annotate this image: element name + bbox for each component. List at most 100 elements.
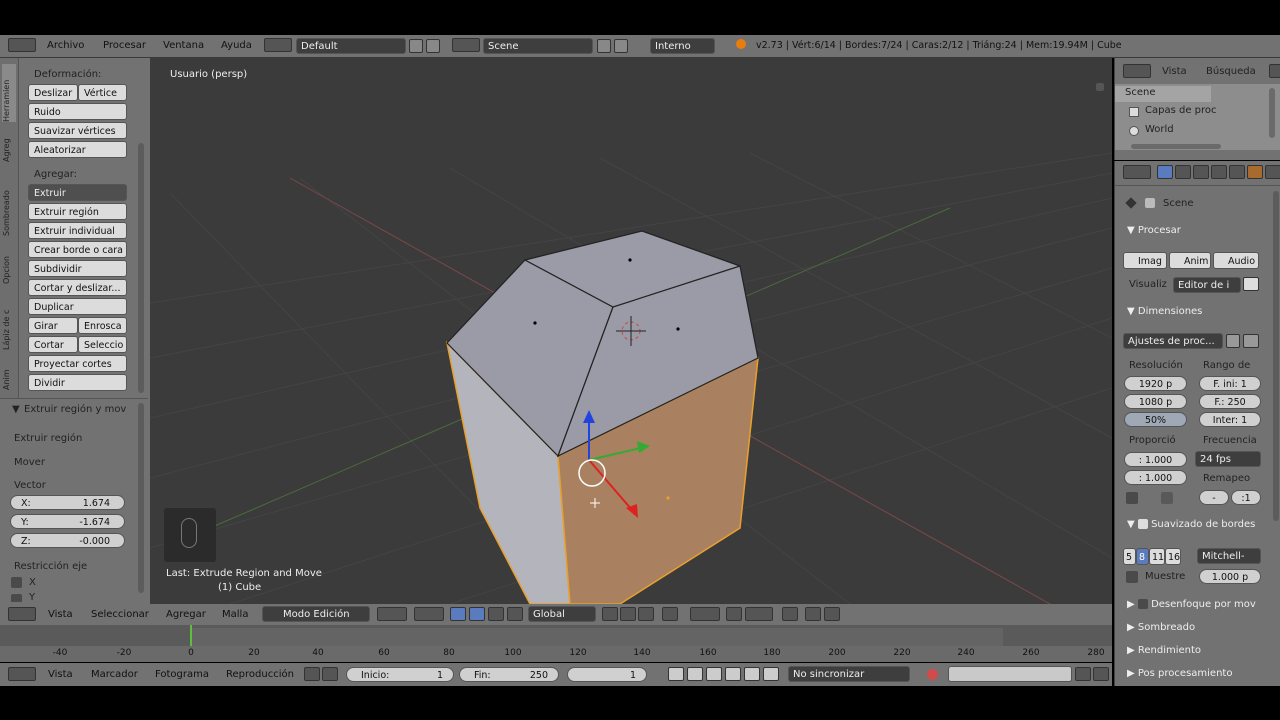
crop-checkbox[interactable] — [1161, 492, 1173, 504]
viewport-corner-icon[interactable] — [1096, 83, 1104, 91]
modifier-tab-icon[interactable] — [1265, 165, 1280, 179]
tab-herramientas[interactable]: Herramien — [2, 64, 16, 122]
layout-icon[interactable] — [264, 38, 292, 52]
render-layers-tab-icon[interactable] — [1175, 165, 1191, 179]
vertex-select-icon[interactable] — [602, 607, 618, 621]
constraint-x-checkbox[interactable] — [11, 577, 22, 588]
res-x-field[interactable]: 1920 p — [1124, 376, 1187, 391]
aspect-x-field[interactable]: : 1.000 — [1124, 452, 1187, 467]
aa-samples-8[interactable]: 8 — [1136, 548, 1149, 565]
menu-archivo[interactable]: Archivo — [47, 35, 84, 57]
outliner-menu-busqueda[interactable]: Búsqueda — [1206, 66, 1256, 77]
smooth-vertex-button[interactable]: Suavizar vértices — [28, 122, 127, 139]
render-section-header[interactable]: ▼ Procesar — [1127, 225, 1181, 236]
operator-scrollbar[interactable] — [138, 403, 144, 593]
outliner-hscroll[interactable] — [1131, 144, 1221, 149]
render-presets-selector[interactable]: Ajustes de proc... — [1123, 333, 1223, 349]
aa-samples-5[interactable]: 5 — [1123, 548, 1136, 565]
properties-scrollbar[interactable] — [1273, 191, 1279, 521]
aspect-y-field[interactable]: : 1.000 — [1124, 470, 1187, 485]
fps-selector[interactable]: 24 fps — [1195, 451, 1261, 467]
menu-malla[interactable]: Malla — [222, 604, 248, 626]
performance-section-header[interactable]: ▶ Rendimiento — [1127, 645, 1201, 656]
remove-layout-icon[interactable] — [426, 39, 440, 53]
shading-section-header[interactable]: ▶ Sombreado — [1127, 622, 1195, 633]
lock-icon[interactable] — [322, 667, 338, 681]
menu-ayuda[interactable]: Ayuda — [221, 35, 252, 57]
record-icon[interactable] — [927, 669, 938, 680]
subdivide-button[interactable]: Subdividir — [28, 260, 127, 277]
tl-menu-reproduccion[interactable]: Reproducción — [226, 663, 294, 685]
knife-project-button[interactable]: Proyectar cortes — [28, 355, 127, 372]
tab-anim[interactable]: Anim — [2, 354, 16, 390]
world-tab-icon[interactable] — [1211, 165, 1227, 179]
frame-end-field[interactable]: F.: 250 — [1199, 394, 1261, 409]
extrude-individual-button[interactable]: Extruir individual — [28, 222, 127, 239]
outliner-item-scene[interactable]: Scene — [1115, 86, 1211, 102]
translate-icon[interactable] — [469, 607, 485, 621]
toolshelf-scrollbar[interactable] — [138, 143, 144, 393]
vector-x-field[interactable]: X: 1.674 — [10, 495, 125, 510]
remap-old-field[interactable]: - — [1199, 490, 1229, 505]
constraint-y-checkbox[interactable] — [11, 594, 22, 602]
snap-element-icon[interactable] — [745, 607, 773, 621]
limit-selection-icon[interactable] — [662, 607, 678, 621]
menu-ventana[interactable]: Ventana — [163, 35, 204, 57]
editor-type-icon[interactable] — [8, 38, 36, 52]
world-item[interactable]: World — [1145, 124, 1174, 135]
render-image-button[interactable]: Imag — [1123, 252, 1167, 269]
editor-type-icon-timeline[interactable] — [8, 667, 36, 681]
sync-selector[interactable]: No sincronizar — [788, 666, 910, 682]
loop-cut-slide-button[interactable]: Cortar y deslizar... — [28, 279, 127, 296]
aa-filter-selector[interactable]: Mitchell- — [1197, 548, 1261, 564]
menu-seleccionar[interactable]: Seleccionar — [91, 604, 149, 626]
pin-icon[interactable] — [1125, 197, 1137, 209]
border-checkbox[interactable] — [1126, 492, 1138, 504]
blur-checkbox[interactable] — [1137, 599, 1148, 609]
layers-icon[interactable] — [782, 607, 798, 621]
display-selector[interactable]: Editor de i — [1173, 277, 1241, 293]
extrude-menu[interactable]: Extruir — [28, 184, 127, 201]
dimensions-section-header[interactable]: ▼ Dimensiones — [1127, 306, 1202, 317]
aa-section-header[interactable]: ▼ Suavizado de bordes — [1127, 519, 1255, 530]
proportional-edit-icon[interactable] — [690, 607, 720, 621]
outliner-vscroll[interactable] — [1269, 88, 1275, 138]
display-lock-icon[interactable] — [1243, 277, 1259, 291]
res-y-field[interactable]: 1080 p — [1124, 394, 1187, 409]
viewport-shading-icon[interactable] — [377, 607, 407, 621]
tl-menu-vista[interactable]: Vista — [48, 663, 73, 685]
snap-toggle-icon[interactable] — [726, 607, 742, 621]
spin-button[interactable]: Girar — [28, 317, 78, 334]
tl-menu-marcador[interactable]: Marcador — [91, 663, 138, 685]
split-button[interactable]: Dividir — [28, 374, 127, 391]
3d-viewport[interactable]: Usuario (persp) Last: Extrude Region and… — [150, 58, 1112, 604]
noise-button[interactable]: Ruido — [28, 103, 127, 120]
render-anim-button[interactable]: Anim — [1169, 252, 1211, 269]
preview-range-icon[interactable] — [304, 667, 320, 681]
render-audio-button[interactable]: Audio — [1213, 252, 1259, 269]
menu-agregar[interactable]: Agregar — [166, 604, 206, 626]
full-sample-checkbox[interactable] — [1126, 571, 1138, 583]
constraint-tab-icon[interactable] — [1247, 165, 1263, 179]
start-frame-field[interactable]: Inicio: 1 — [346, 667, 454, 682]
frame-start-field[interactable]: F. ini: 1 — [1199, 376, 1261, 391]
outliner-editor-icon[interactable] — [1123, 64, 1151, 78]
tab-sombreado[interactable]: Sombreado — [2, 166, 16, 236]
object-tab-icon[interactable] — [1229, 165, 1245, 179]
scene-tab-icon[interactable] — [1193, 165, 1209, 179]
make-edge-face-button[interactable]: Crear borde o cara — [28, 241, 127, 258]
extrude-region-button[interactable]: Extruir región — [28, 203, 127, 220]
editor-type-icon-3d[interactable] — [8, 607, 36, 621]
tab-lapiz[interactable]: Lápiz de c — [2, 288, 16, 350]
prev-keyframe-icon[interactable] — [687, 667, 703, 681]
rotate-icon[interactable] — [488, 607, 504, 621]
render-tab-icon[interactable] — [1157, 165, 1173, 179]
jump-start-icon[interactable] — [668, 667, 684, 681]
tl-menu-fotograma[interactable]: Fotograma — [155, 663, 209, 685]
scale-icon[interactable] — [507, 607, 523, 621]
menu-procesar[interactable]: Procesar — [103, 35, 146, 57]
tab-agregar[interactable]: Agreg — [2, 126, 16, 162]
randomize-button[interactable]: Aleatorizar — [28, 141, 127, 158]
play-icon[interactable] — [725, 667, 741, 681]
knife-button[interactable]: Cortar — [28, 336, 78, 353]
